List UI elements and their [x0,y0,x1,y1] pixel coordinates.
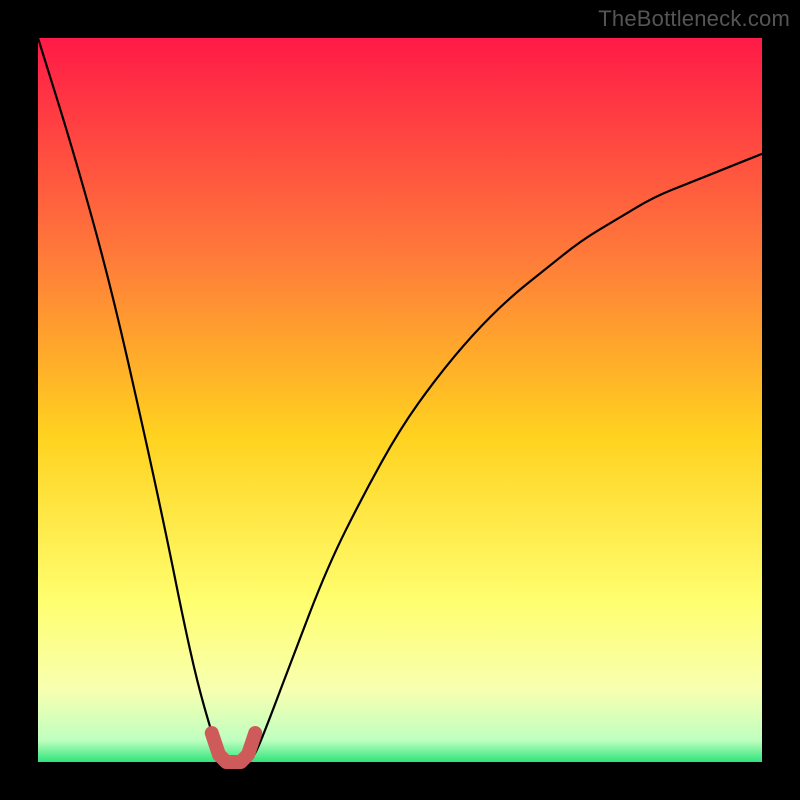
chart-svg [0,0,800,800]
plot-background [38,38,762,762]
chart-frame: TheBottleneck.com [0,0,800,800]
watermark-text: TheBottleneck.com [598,6,790,32]
